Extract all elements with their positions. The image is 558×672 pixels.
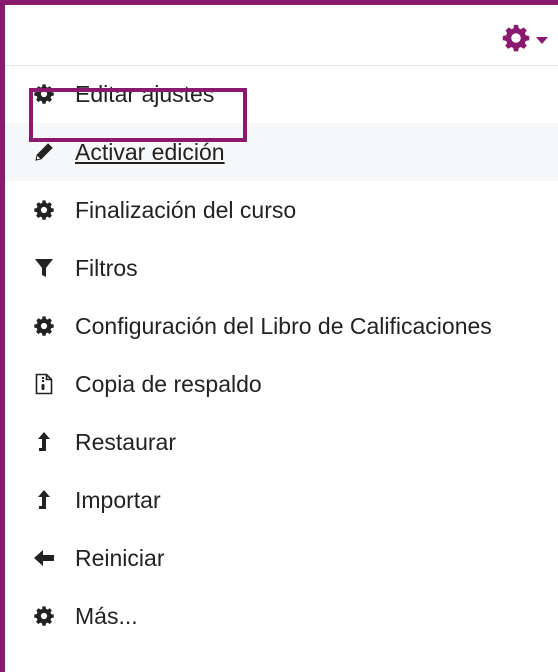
menu-item-label: Copia de respaldo — [75, 370, 262, 397]
menu-item-importar[interactable]: Importar — [5, 471, 558, 529]
menu-item-restaurar[interactable]: Restaurar — [5, 413, 558, 471]
arrow-up-icon — [33, 431, 55, 453]
menu-item-finalizacion-curso[interactable]: Finalización del curso — [5, 181, 558, 239]
menu-item-reiniciar[interactable]: Reiniciar — [5, 529, 558, 587]
menu-item-copia-respaldo[interactable]: Copia de respaldo — [5, 355, 558, 413]
menu-item-configuracion-calificaciones[interactable]: Configuración del Libro de Calificacione… — [5, 297, 558, 355]
caret-down-icon — [535, 32, 549, 50]
menu-item-editar-ajustes[interactable]: Editar ajustes — [5, 65, 558, 123]
arrow-up-icon — [33, 489, 55, 511]
menu-item-label: Filtros — [75, 254, 138, 281]
menu-item-label: Más... — [75, 602, 138, 629]
settings-menu-trigger[interactable] — [501, 23, 549, 58]
settings-dropdown-panel: Editar ajustes Activar edición Finalizac… — [0, 0, 558, 672]
menu-item-label: Reiniciar — [75, 544, 165, 571]
menu-item-filtros[interactable]: Filtros — [5, 239, 558, 297]
filter-icon — [33, 257, 55, 279]
dropdown-header — [5, 5, 558, 66]
menu-item-label: Editar ajustes — [75, 80, 215, 107]
menu-item-label: Finalización del curso — [75, 196, 297, 223]
gear-icon — [33, 199, 55, 221]
settings-menu-list: Editar ajustes Activar edición Finalizac… — [5, 65, 558, 645]
gear-icon — [33, 605, 55, 627]
menu-item-label: Importar — [75, 486, 161, 513]
pencil-icon — [33, 141, 55, 163]
menu-item-activar-edicion[interactable]: Activar edición — [5, 123, 558, 181]
gear-icon — [501, 23, 531, 58]
arrow-left-icon — [33, 547, 55, 569]
menu-item-label: Activar edición — [75, 138, 225, 165]
menu-item-label: Configuración del Libro de Calificacione… — [75, 312, 492, 339]
menu-item-mas[interactable]: Más... — [5, 587, 558, 645]
gear-icon — [33, 83, 55, 105]
backup-file-icon — [33, 373, 55, 395]
menu-item-label: Restaurar — [75, 428, 176, 455]
gear-icon — [33, 315, 55, 337]
